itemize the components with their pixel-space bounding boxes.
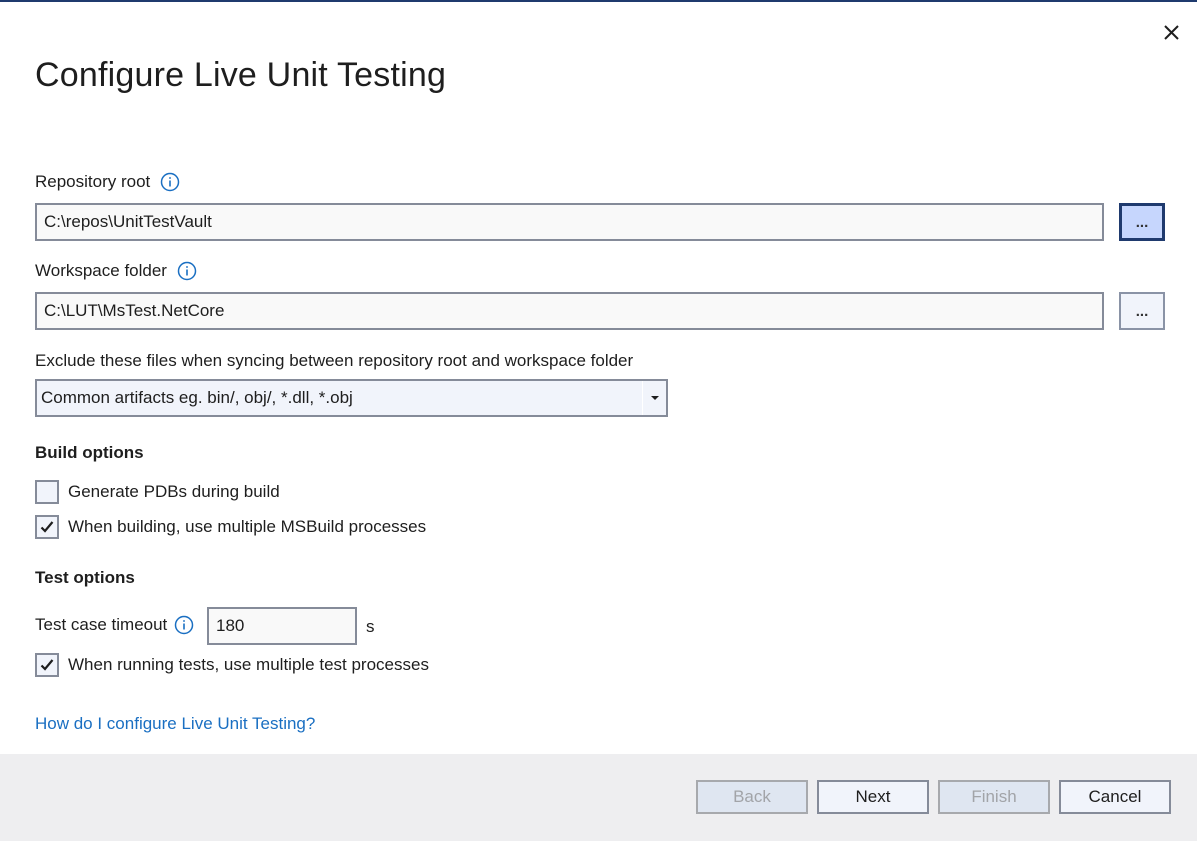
test-options-heading: Test options (35, 568, 135, 587)
exclude-selected-value: Common artifacts eg. bin/, obj/, *.dll, … (41, 388, 353, 407)
repository-root-label: Repository root (35, 172, 151, 191)
multiple-msbuild-checkbox[interactable] (35, 515, 59, 539)
repository-root-browse-button[interactable]: ... (1119, 203, 1165, 241)
repository-root-value: C:\repos\UnitTestVault (44, 212, 212, 231)
checkmark-icon (40, 659, 54, 671)
timeout-label: Test case timeout (35, 615, 168, 634)
info-icon[interactable] (174, 615, 194, 635)
generate-pdbs-checkbox-row[interactable]: Generate PDBs during build (35, 480, 280, 504)
build-options-heading: Build options (35, 443, 144, 462)
back-button[interactable]: Back (696, 780, 808, 814)
dialog-title: Configure Live Unit Testing (35, 56, 447, 94)
timeout-value: 180 (216, 616, 245, 635)
finish-button[interactable]: Finish (938, 780, 1050, 814)
exclude-label: Exclude these files when syncing between… (35, 351, 634, 370)
exclude-dropdown[interactable]: Common artifacts eg. bin/, obj/, *.dll, … (35, 379, 668, 417)
chevron-down-icon (642, 381, 666, 415)
repository-root-label-row: Repository root (35, 172, 180, 192)
generate-pdbs-checkbox[interactable] (35, 480, 59, 504)
workspace-folder-input[interactable]: C:\LUT\MsTest.NetCore (35, 292, 1104, 330)
repository-root-input[interactable]: C:\repos\UnitTestVault (35, 203, 1104, 241)
help-link[interactable]: How do I configure Live Unit Testing? (35, 714, 315, 734)
timeout-label-row: Test case timeout (35, 615, 194, 635)
generate-pdbs-label: Generate PDBs during build (68, 482, 280, 501)
multiple-test-processes-label: When running tests, use multiple test pr… (68, 655, 429, 674)
info-icon[interactable] (177, 261, 197, 281)
workspace-folder-browse-button[interactable]: ... (1119, 292, 1165, 330)
timeout-unit: s (366, 617, 375, 636)
multiple-msbuild-label: When building, use multiple MSBuild proc… (68, 517, 427, 536)
close-icon (1164, 25, 1179, 40)
close-button[interactable] (1160, 20, 1184, 44)
checkmark-icon (40, 521, 54, 533)
workspace-folder-label: Workspace folder (35, 261, 167, 280)
timeout-input[interactable]: 180 (207, 607, 357, 645)
info-icon[interactable] (160, 172, 180, 192)
multiple-test-processes-checkbox[interactable] (35, 653, 59, 677)
multiple-msbuild-checkbox-row[interactable]: When building, use multiple MSBuild proc… (35, 515, 426, 539)
multiple-test-processes-checkbox-row[interactable]: When running tests, use multiple test pr… (35, 653, 429, 677)
workspace-folder-value: C:\LUT\MsTest.NetCore (44, 301, 225, 320)
window-top-border (0, 0, 1197, 2)
cancel-button[interactable]: Cancel (1059, 780, 1171, 814)
workspace-folder-label-row: Workspace folder (35, 261, 197, 281)
next-button[interactable]: Next (817, 780, 929, 814)
